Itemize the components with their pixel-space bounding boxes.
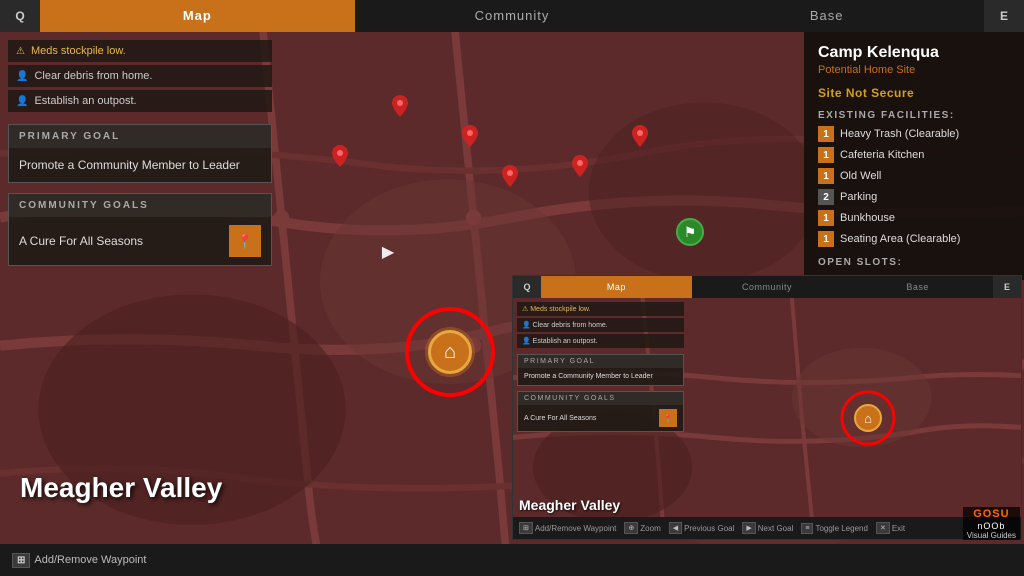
facility-name: Parking — [840, 191, 877, 203]
minimap-prev-key: ◀ — [669, 522, 682, 534]
minimap-next-key: ▶ — [742, 522, 755, 534]
q-key[interactable]: Q — [0, 0, 40, 32]
minimap-alert-meds: ⚠ Meds stockpile low. — [517, 302, 684, 316]
facility-badge: 1 — [818, 231, 834, 247]
minimap-community-goal-text: A Cure For All Seasons — [524, 415, 655, 422]
minimap-zoom-label: Zoom — [640, 524, 660, 533]
map-pin-1[interactable] — [392, 95, 408, 122]
watermark-gosu: GOSU — [963, 507, 1020, 521]
facility-name: Cafeteria Kitchen — [840, 149, 924, 161]
facility-bunkhouse: 1 Bunkhouse — [818, 210, 1010, 226]
bottom-bar: ⊞ Add/Remove Waypoint — [0, 544, 1024, 576]
minimap-alerts: ⚠ Meds stockpile low. 👤 Clear debris fro… — [517, 302, 684, 348]
minimap-add-waypoint-btn[interactable]: ⊞ Add/Remove Waypoint — [519, 522, 616, 534]
facility-name: Seating Area (Clearable) — [840, 233, 960, 245]
minimap-exit-label: Exit — [892, 524, 905, 533]
direction-arrow: ▶ — [382, 242, 394, 262]
facility-well: 1 Old Well — [818, 168, 1010, 184]
watermark-nood: nOOb — [963, 521, 1020, 531]
facility-seating: 1 Seating Area (Clearable) — [818, 231, 1010, 247]
facility-badge: 2 — [818, 189, 834, 205]
facilities-header: EXISTING FACILITIES: — [818, 110, 1010, 121]
minimap-alert-debris: 👤 Clear debris from home. — [517, 318, 684, 332]
facility-badge: 1 — [818, 147, 834, 163]
minimap-q-key: Q — [513, 276, 541, 298]
minimap-next-goal-btn[interactable]: ▶ Next Goal — [742, 522, 793, 534]
facility-badge: 1 — [818, 126, 834, 142]
minimap-tab-map[interactable]: Map — [541, 276, 692, 298]
facility-name: Old Well — [840, 170, 881, 182]
camp-subtitle: Potential Home Site — [818, 64, 1010, 76]
minimap-left-panel: ⚠ Meds stockpile low. 👤 Clear debris fro… — [513, 298, 688, 517]
tab-base[interactable]: Base — [669, 0, 984, 32]
open-slots-header: OPEN SLOTS: — [818, 257, 1010, 268]
map-pin-6[interactable] — [632, 125, 648, 152]
add-waypoint-key: ⊞ — [12, 553, 30, 568]
minimap-tab-base[interactable]: Base — [842, 276, 993, 298]
minimap-exit-key: ✕ — [876, 522, 890, 534]
site-status: Site Not Secure — [818, 86, 1010, 100]
minimap-topbar: Q Map Community Base E — [513, 276, 1021, 298]
minimap-primary-goal-text: Promote a Community Member to Leader — [518, 368, 683, 385]
minimap-toggle-label: Toggle Legend — [815, 524, 868, 533]
minimap-primary-goal-header: PRIMARY GOAL — [518, 355, 683, 368]
facility-heavy-trash: 1 Heavy Trash (Clearable) — [818, 126, 1010, 142]
watermark-vg: Visual Guides — [963, 531, 1020, 540]
minimap: Q Map Community Base E ⚠ Meds stockpile … — [512, 275, 1022, 540]
minimap-content: ⚠ Meds stockpile low. 👤 Clear debris fro… — [513, 298, 1021, 517]
map-pin-3[interactable] — [462, 125, 478, 152]
facility-badge: 1 — [818, 168, 834, 184]
add-waypoint-button[interactable]: ⊞ Add/Remove Waypoint — [12, 553, 146, 568]
map-pin-2[interactable] — [332, 145, 348, 172]
minimap-alert-outpost: 👤 Establish an outpost. — [517, 334, 684, 348]
map-pin-4[interactable] — [502, 165, 518, 192]
tab-community[interactable]: Community — [355, 0, 670, 32]
facility-parking: 2 Parking — [818, 189, 1010, 205]
facility-name: Heavy Trash (Clearable) — [840, 128, 959, 140]
minimap-community-goal-item: A Cure For All Seasons 📍 — [518, 405, 683, 431]
map-pin-5[interactable] — [572, 155, 588, 182]
watermark: GOSU nOOb Visual Guides — [963, 507, 1020, 540]
camp-name: Camp Kelenqua — [818, 44, 1010, 62]
minimap-home-marker: ⌂ — [854, 404, 882, 432]
top-navigation: Q Map Community Base E — [0, 0, 1024, 32]
minimap-prev-label: Previous Goal — [684, 524, 734, 533]
minimap-prev-goal-btn[interactable]: ◀ Previous Goal — [669, 522, 735, 534]
minimap-bottom-bar: ⊞ Add/Remove Waypoint ⊕ Zoom ◀ Previous … — [513, 517, 1021, 539]
minimap-e-key: E — [993, 276, 1021, 298]
minimap-zoom-btn[interactable]: ⊕ Zoom — [624, 522, 660, 534]
home-icon: ⌂ — [428, 330, 472, 374]
add-waypoint-label: Add/Remove Waypoint — [34, 554, 146, 566]
facility-cafeteria: 1 Cafeteria Kitchen — [818, 147, 1010, 163]
minimap-location-name: Meagher Valley — [519, 497, 620, 513]
minimap-add-waypoint-label: Add/Remove Waypoint — [535, 524, 617, 533]
minimap-toggle-key: ≡ — [801, 523, 813, 534]
green-location-marker[interactable]: ⚑ — [676, 218, 704, 246]
e-key[interactable]: E — [984, 0, 1024, 32]
facility-badge: 1 — [818, 210, 834, 226]
minimap-goal-pin: 📍 — [659, 409, 677, 427]
minimap-exit-btn[interactable]: ✕ Exit — [876, 522, 905, 534]
tab-map[interactable]: Map — [40, 0, 355, 32]
minimap-next-label: Next Goal — [758, 524, 794, 533]
minimap-community-goals-header: COMMUNITY GOALS — [518, 392, 683, 405]
minimap-primary-goal-box: PRIMARY GOAL Promote a Community Member … — [517, 354, 684, 386]
minimap-add-key: ⊞ — [519, 522, 533, 534]
location-name: Meagher Valley — [20, 472, 222, 504]
minimap-zoom-key: ⊕ — [624, 522, 638, 534]
minimap-community-goals-box: COMMUNITY GOALS A Cure For All Seasons 📍 — [517, 391, 684, 432]
facility-name: Bunkhouse — [840, 212, 895, 224]
right-panel: Camp Kelenqua Potential Home Site Site N… — [804, 32, 1024, 280]
minimap-toggle-legend-btn[interactable]: ≡ Toggle Legend — [801, 523, 868, 534]
minimap-tab-community[interactable]: Community — [692, 276, 843, 298]
home-location-marker[interactable]: ⌂ — [428, 330, 472, 374]
